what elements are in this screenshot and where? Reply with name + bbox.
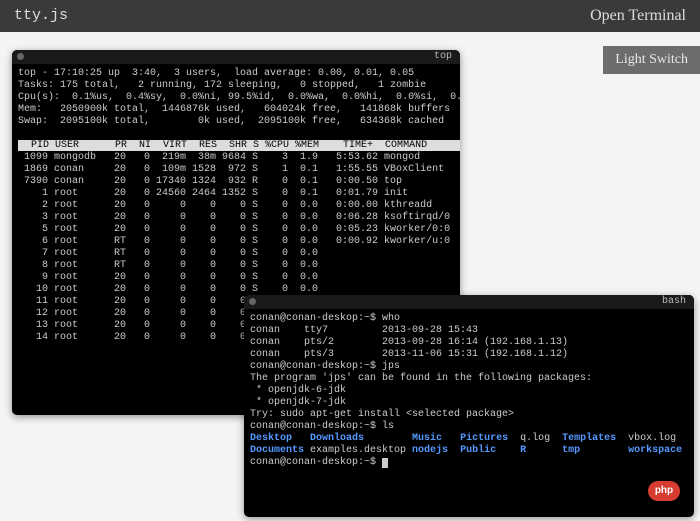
light-switch-button[interactable]: Light Switch [603, 46, 700, 74]
window-dot-icon [249, 298, 256, 305]
terminal-window-bash[interactable]: bash conan@conan-deskop:~$ who conan tty… [244, 295, 694, 517]
app-brand: tty.js [14, 0, 68, 32]
terminal-titlebar[interactable]: top [12, 50, 460, 64]
php-badge-icon: php [648, 481, 680, 501]
topbar: tty.js Open Terminal [0, 0, 700, 32]
window-dot-icon [17, 53, 24, 60]
cursor-icon [382, 458, 388, 468]
terminal-title: top [434, 50, 452, 64]
terminal-body[interactable]: conan@conan-deskop:~$ who conan tty7 201… [244, 309, 694, 473]
open-terminal-link[interactable]: Open Terminal [590, 0, 686, 32]
terminal-titlebar[interactable]: bash [244, 295, 694, 309]
terminal-title: bash [662, 295, 686, 309]
top-columns-header: PID USER PR NI VIRT RES SHR S %CPU %MEM … [18, 140, 460, 151]
